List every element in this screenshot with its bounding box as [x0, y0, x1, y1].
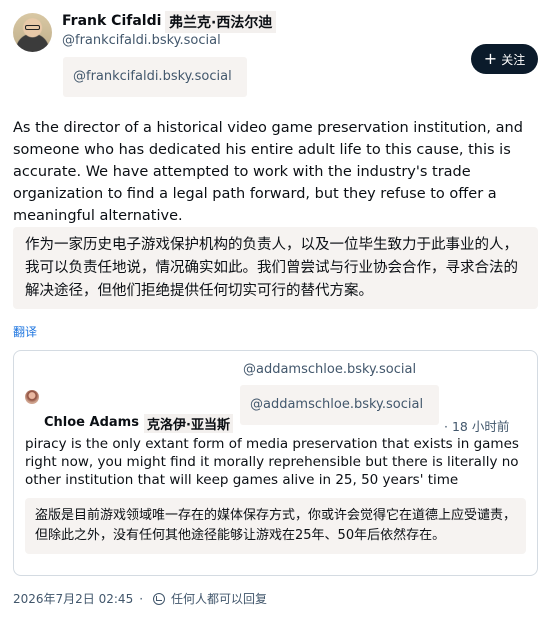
post-translation: 作为一家历史电子游戏保护机构的负责人，以及一位毕生致力于此事业的人，我可以负责任… [13, 227, 538, 309]
quoted-handle-chip: @addamschloe.bsky.social [240, 385, 439, 425]
post-text: As the director of a historical video ga… [13, 120, 523, 224]
plus-icon: + [483, 49, 498, 68]
avatar-glasses-detail [25, 25, 40, 30]
quoted-post-translation: 盗版是目前游戏领域唯一存在的媒体保存方式，你或许会觉得它在道德上应受谴责，但除此… [25, 498, 526, 554]
quoted-handle: @addamschloe.bsky.social [243, 362, 417, 377]
reply-permission-icon [153, 592, 166, 605]
quoted-post-text: piracy is the only extant form of media … [25, 436, 519, 488]
author-handle[interactable]: @frankcifaldi.bsky.social [62, 33, 221, 48]
post-date: 2026年7月2日 02:45 [13, 592, 134, 606]
quoted-author-avatar[interactable] [25, 390, 39, 404]
follow-button-label: 关注 [501, 52, 526, 67]
footer-separator: · [139, 591, 144, 606]
translate-link[interactable]: 翻译 [13, 323, 37, 340]
author-handle-chip: @frankcifaldi.bsky.social [63, 57, 247, 97]
reply-permission-text[interactable]: 任何人都可以回复 [171, 590, 267, 607]
quoted-author-name-translated: 克洛伊·亚当斯 [144, 414, 233, 433]
follow-button[interactable]: + 关注 [471, 44, 538, 74]
author-name-translated: 弗兰克·西法尔迪 [165, 11, 277, 33]
quoted-post-time: · 18 小时前 [444, 419, 510, 434]
author-name[interactable]: Frank Cifaldi [62, 13, 161, 29]
author-avatar[interactable] [13, 13, 52, 52]
quoted-author-name[interactable]: Chloe Adams [44, 415, 139, 430]
post-footer: 2026年7月2日 02:45 · 任何人都可以回复 [13, 590, 267, 607]
